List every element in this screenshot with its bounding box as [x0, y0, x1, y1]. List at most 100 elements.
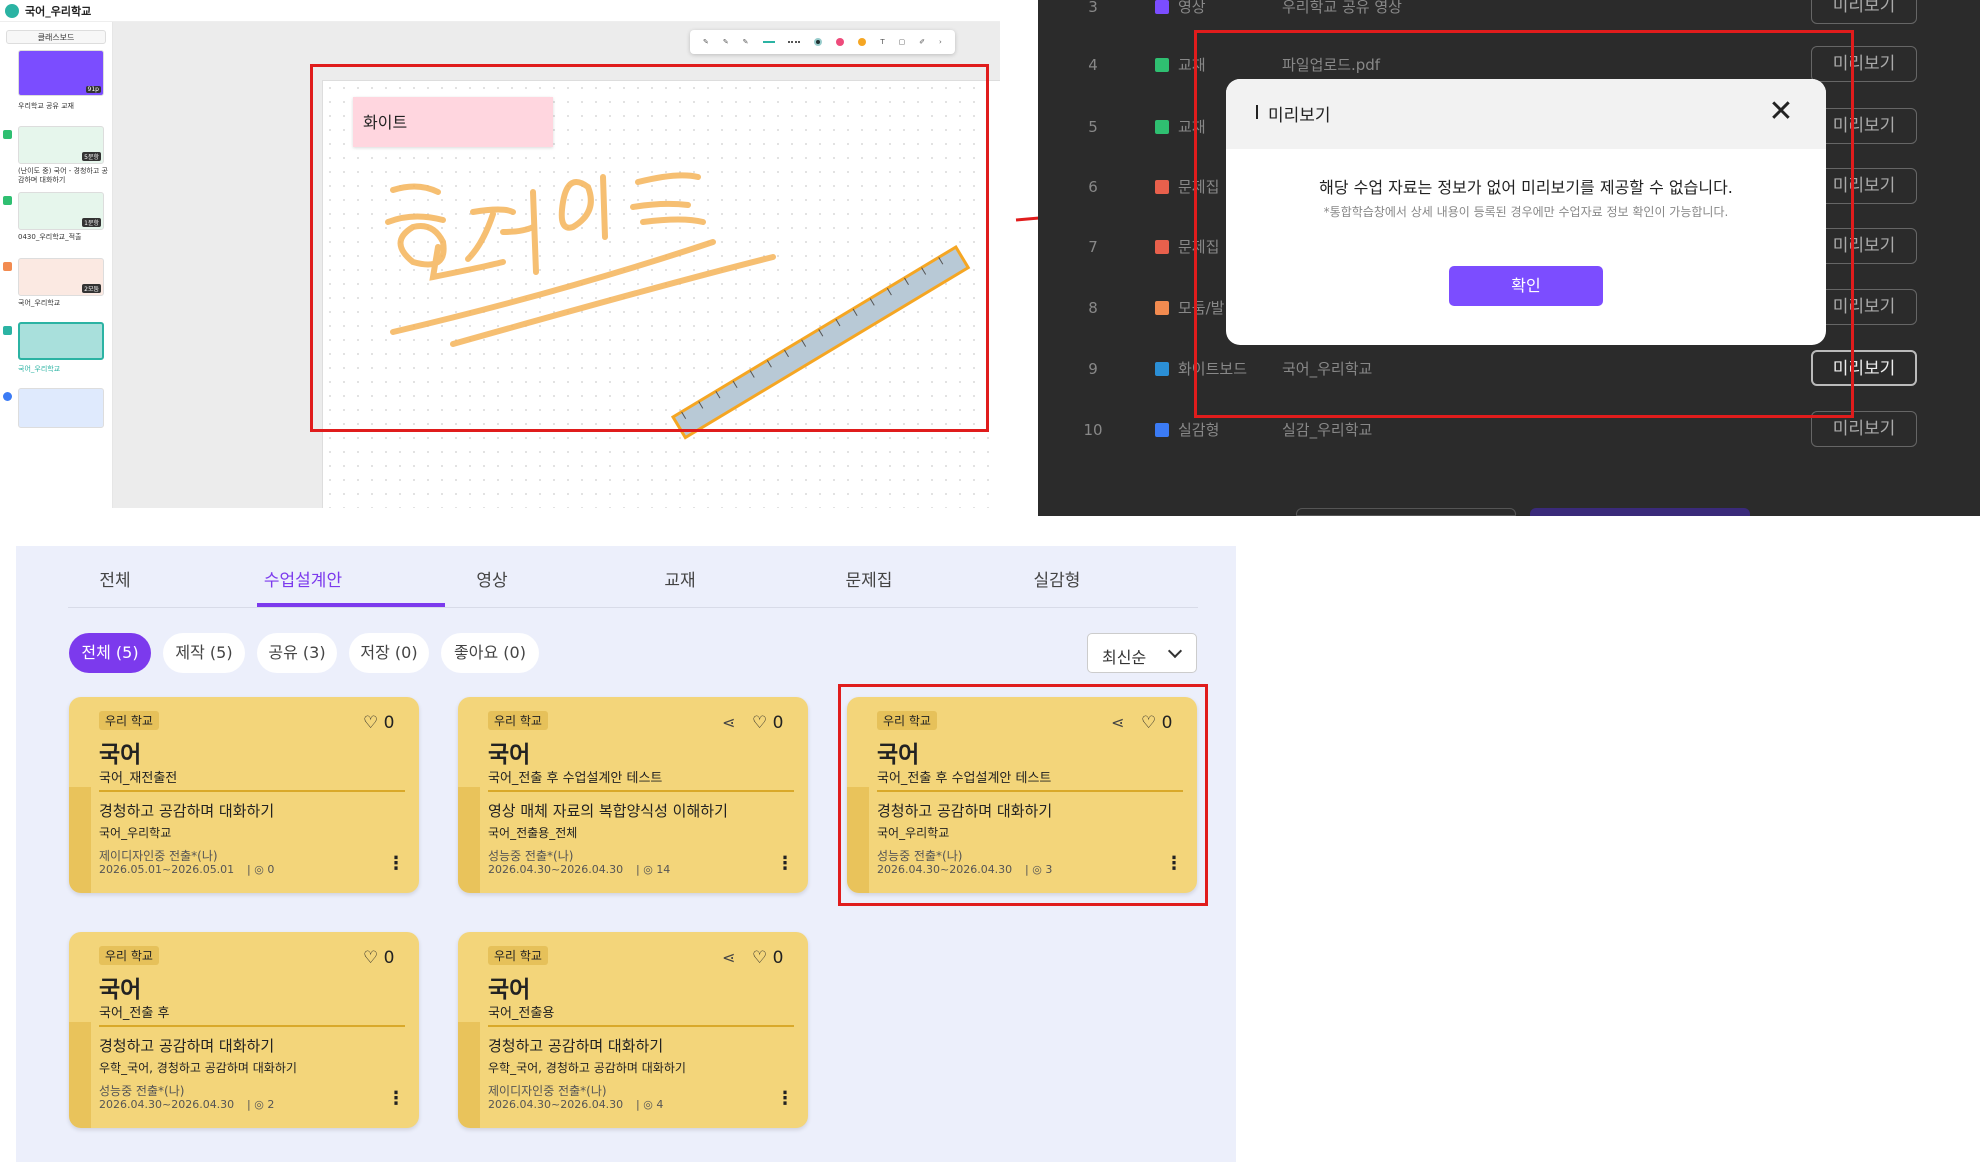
home-icon[interactable] [5, 4, 19, 18]
card-achievement: 경청하고 공감하며 대화하기 [488, 1037, 664, 1055]
card-meta: 국어_우리학교 [99, 826, 172, 840]
slide-label: (난이도 중) 국어 - 경청하고 공감하며 대화하기 [18, 167, 108, 184]
card-date: 2026.04.30~2026.04.30 [488, 863, 624, 876]
card-title: 국어_전출 후 수업설계안 테스트 [488, 771, 663, 786]
tab-video[interactable]: 영상 [397, 566, 587, 591]
card-divider [488, 790, 794, 792]
card-meta: 우학_국어, 경청하고 공감하며 대화하기 [488, 1061, 686, 1075]
slide-thumbnail[interactable] [18, 388, 104, 428]
whiteboard-icon [1155, 362, 1169, 376]
slide-thumbnail[interactable]: 2모둠 [18, 258, 104, 296]
share-icon[interactable]: ⋖ [722, 713, 735, 732]
sort-select[interactable]: 최신순 [1087, 633, 1197, 673]
lesson-card[interactable]: 우리 학교 ♡ 0 국어 국어_전출 후 경청하고 공감하며 대화하기 우학_국… [69, 932, 419, 1128]
card-subject: 국어 [488, 742, 531, 768]
scope-tag: 우리 학교 [488, 711, 548, 730]
whiteboard-topbar: 국어_우리학교 [0, 0, 1000, 22]
card-divider [488, 1025, 794, 1027]
card-achievement: 경청하고 공감하며 대화하기 [99, 1037, 275, 1055]
footer-button[interactable] [1530, 508, 1750, 516]
quiz-icon [3, 196, 12, 205]
card-date: 2026.04.30~2026.04.30 [99, 1098, 235, 1111]
tab-divider [68, 607, 1198, 608]
highlight-box [1194, 30, 1854, 418]
tab-workbook[interactable]: 문제집 [774, 566, 964, 591]
group-icon [1155, 301, 1169, 315]
video-icon [1155, 0, 1169, 14]
slide-badge: 2모둠 [82, 284, 101, 293]
filter-shared[interactable]: 공유 (3) [257, 633, 337, 673]
card-title: 국어_전출 후 [99, 1006, 170, 1021]
lesson-card[interactable]: 우리 학교 ⋖ ♡ 0 국어 국어_전출 후 수업설계안 테스트 영상 매체 자… [458, 697, 808, 893]
slide-thumbnail[interactable]: 5문항 [18, 126, 104, 164]
sort-value: 최신순 [1102, 648, 1147, 667]
quiz-icon [3, 130, 12, 139]
card-author: 성능중 전출*(나) [99, 1084, 185, 1098]
like-button[interactable]: ♡ 0 [752, 948, 783, 968]
more-options-icon[interactable]: ⋮ [776, 1088, 794, 1109]
scope-tag: 우리 학교 [488, 946, 548, 965]
slide-label: 우리학교 공유 교재 [18, 102, 74, 110]
slide-thumbnail-active[interactable] [18, 322, 104, 360]
realistic-icon [1155, 423, 1169, 437]
highlight-box [838, 684, 1208, 906]
slide-badge: 5문항 [82, 152, 101, 161]
card-meta: 국어_전출용_전체 [488, 826, 578, 840]
card-title: 국어_전출용 [488, 1006, 555, 1021]
whiteboard-title: 국어_우리학교 [25, 5, 92, 18]
slide-thumbnail[interactable]: 1문항 [18, 192, 104, 230]
scope-tag: 우리 학교 [99, 946, 159, 965]
like-count: 0 [772, 948, 784, 968]
card-author: 제이디자인중 전출*(나) [488, 1084, 607, 1098]
footer-button[interactable] [1296, 508, 1516, 516]
more-options-icon[interactable]: ⋮ [387, 853, 405, 874]
slide-sidebar: 클래스보드 91p 우리학교 공유 교재 5문항 (난이도 중) 국어 - 경청… [0, 22, 113, 508]
preview-button[interactable]: 미리보기 [1811, 0, 1917, 24]
tab-all[interactable]: 전체 [20, 566, 210, 591]
realistic-icon [3, 392, 12, 401]
quiz-icon [1155, 240, 1169, 254]
slide-thumbnail[interactable]: 91p [18, 50, 104, 96]
card-divider [99, 790, 405, 792]
filter-made[interactable]: 제작 (5) [163, 633, 245, 673]
card-achievement: 경청하고 공감하며 대화하기 [99, 802, 275, 820]
slide-badge: 91p [85, 86, 101, 93]
more-options-icon[interactable]: ⋮ [387, 1088, 405, 1109]
like-button[interactable]: ♡ 0 [363, 948, 394, 968]
share-icon[interactable]: ⋖ [722, 948, 735, 967]
quiz-icon [1155, 180, 1169, 194]
whiteboard-icon [3, 326, 12, 335]
chevron-down-icon [1167, 643, 1183, 659]
more-options-icon[interactable]: ⋮ [776, 853, 794, 874]
view-count: | ◎ 2 [247, 1098, 275, 1111]
lesson-card[interactable]: 우리 학교 ♡ 0 국어 국어_재전출전 경청하고 공감하며 대화하기 국어_우… [69, 697, 419, 893]
filter-liked[interactable]: 좋아요 (0) [441, 633, 539, 673]
tab-lesson-plan[interactable]: 수업설계안 [208, 566, 398, 591]
card-divider [99, 1025, 405, 1027]
tab-textbook[interactable]: 교재 [585, 566, 775, 591]
card-author: 제이디자인중 전출*(나) [99, 849, 218, 863]
book-icon [1155, 120, 1169, 134]
card-date: 2026.04.30~2026.04.30 [488, 1098, 624, 1111]
highlight-box [310, 64, 989, 432]
view-count: | ◎ 4 [636, 1098, 664, 1111]
filter-saved[interactable]: 저장 (0) [349, 633, 429, 673]
slide-label: 국어_우리학교 [18, 365, 61, 373]
lesson-card[interactable]: 우리 학교 ⋖ ♡ 0 국어 국어_전출용 경청하고 공감하며 대화하기 우학_… [458, 932, 808, 1128]
like-button[interactable]: ♡ 0 [363, 713, 394, 733]
category-tabs: 전체 수업설계안 영상 교재 문제집 실감형 [54, 546, 1198, 608]
card-subject: 국어 [99, 742, 142, 768]
card-meta: 우학_국어, 경청하고 공감하며 대화하기 [99, 1061, 297, 1075]
tab-realistic[interactable]: 실감형 [962, 566, 1152, 591]
classboard-button[interactable]: 클래스보드 [6, 30, 106, 44]
scope-tag: 우리 학교 [99, 711, 159, 730]
card-subject: 국어 [488, 977, 531, 1003]
slide-label: 0430_우리학교_적출 [18, 233, 82, 241]
filter-all[interactable]: 전체 (5) [69, 633, 151, 673]
card-author: 성능중 전출*(나) [488, 849, 574, 863]
card-achievement: 영상 매체 자료의 복합양식성 이해하기 [488, 802, 728, 820]
card-subject: 국어 [99, 977, 142, 1003]
view-count: | ◎ 14 [636, 863, 671, 876]
active-tab-indicator [257, 603, 445, 607]
like-button[interactable]: ♡ 0 [752, 713, 783, 733]
